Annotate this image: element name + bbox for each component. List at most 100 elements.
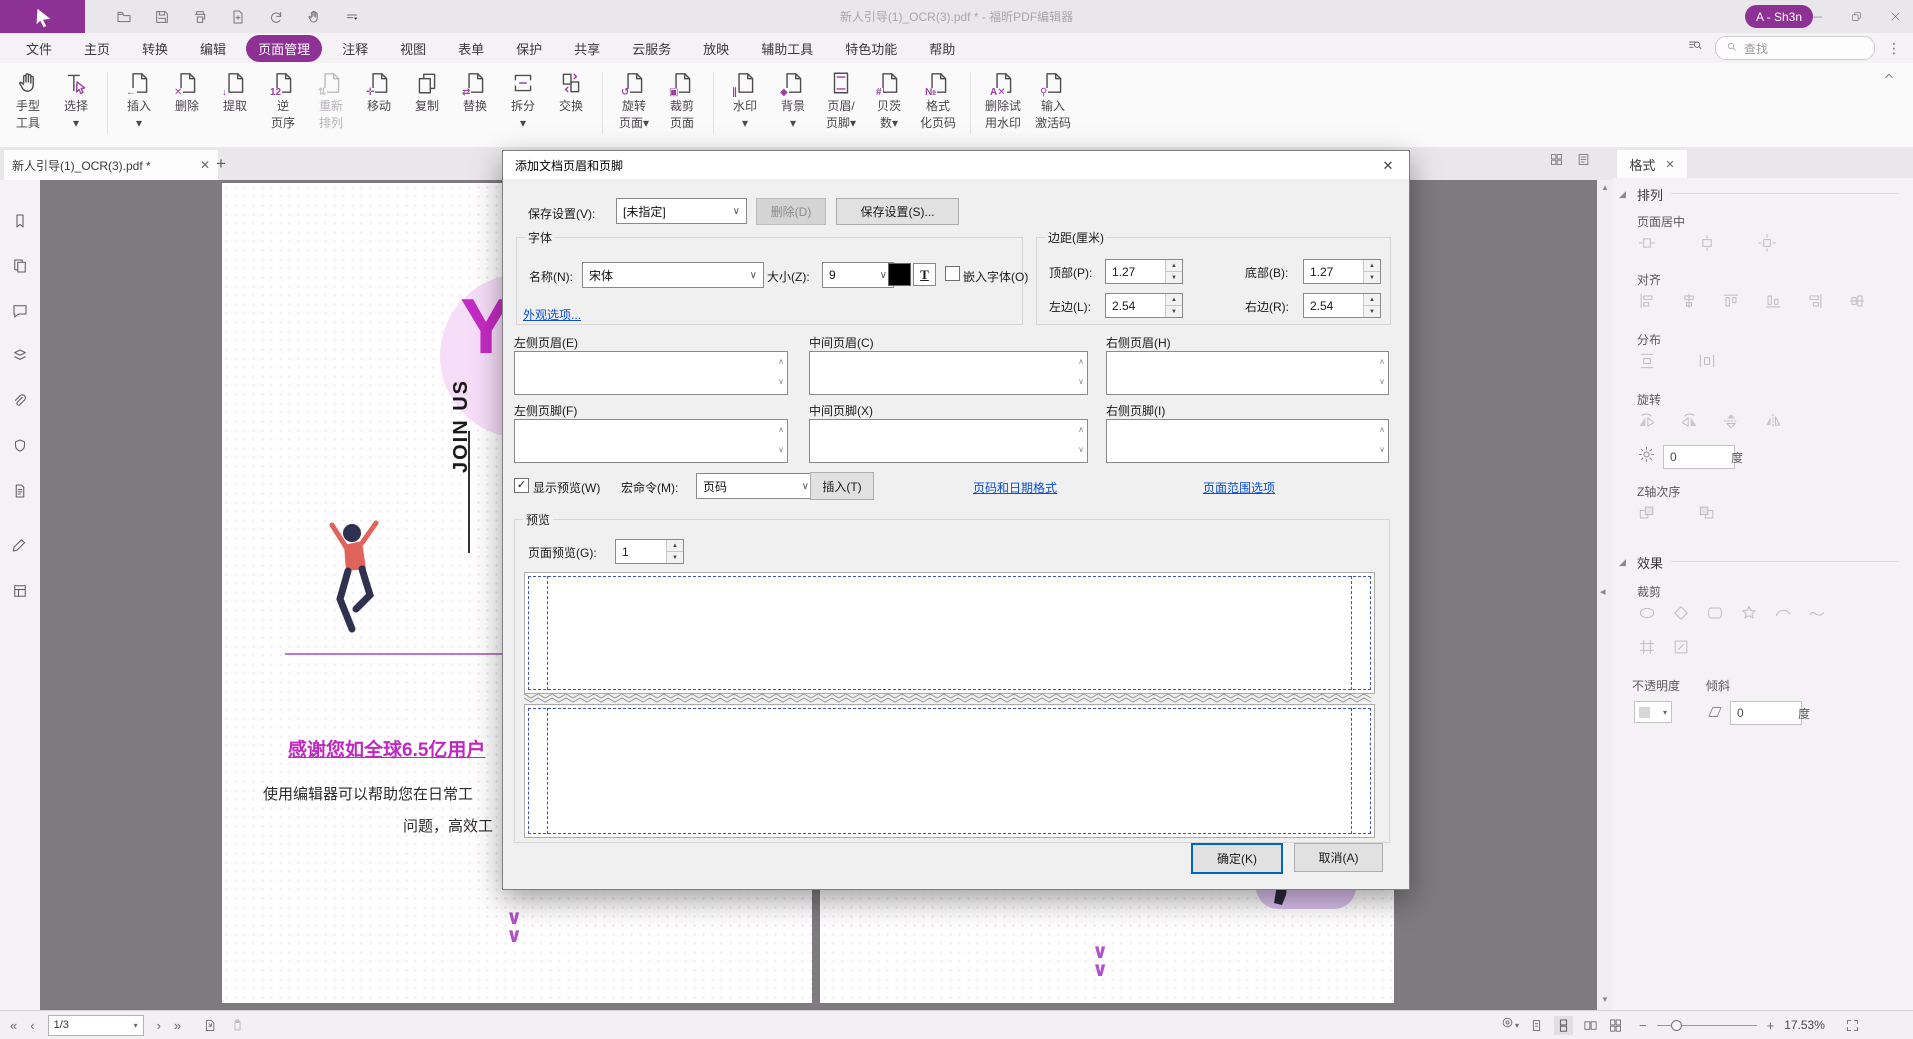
remove-trial-watermark-button[interactable]: A✕删除试用水印 (978, 63, 1028, 130)
enter-activation-code-button[interactable]: ⚲输入激活码 (1028, 63, 1078, 130)
font-size-select[interactable]: 9∨ (822, 262, 894, 288)
header-footer-button[interactable]: 页眉/页脚▾ (817, 63, 865, 130)
format-tab-close-icon[interactable]: ✕ (1665, 158, 1674, 171)
tab-close-icon[interactable]: ✕ (200, 158, 210, 172)
rotate-angle-input[interactable]: 0 (1663, 445, 1735, 469)
reverse-pages-button[interactable]: 12逆页序 (259, 63, 307, 130)
page-range-options-link[interactable]: 页面范围选项 (1203, 479, 1275, 496)
collapse-ribbon-icon[interactable] (1882, 69, 1896, 88)
rotate-cw-icon[interactable] (1679, 411, 1699, 431)
bates-number-button[interactable]: #贝茨数▾ (865, 63, 913, 130)
macro-select[interactable]: 页码∨ (696, 473, 816, 499)
menu-item-表单[interactable]: 表单 (446, 35, 496, 62)
dialog-close-icon[interactable]: ✕ (1375, 156, 1401, 175)
crop-pages-button[interactable]: ▣裁剪页面 (658, 63, 706, 130)
minimize-button[interactable] (1799, 0, 1835, 33)
page-number-box[interactable]: 1/3 ▾ (48, 1015, 144, 1036)
rotate-ccw-icon[interactable] (1637, 411, 1657, 431)
document-icon[interactable] (11, 482, 29, 505)
layers-icon[interactable] (11, 347, 29, 370)
close-button[interactable] (1877, 0, 1913, 33)
margin-top-spinner[interactable]: 1.27▲▼ (1105, 259, 1183, 284)
thumbnails-icon[interactable] (11, 257, 29, 280)
signature-icon[interactable] (11, 536, 29, 559)
comments-icon[interactable] (11, 302, 29, 325)
last-page-icon[interactable]: » (174, 1018, 181, 1033)
menu-item-辅助工具[interactable]: 辅助工具 (749, 35, 825, 62)
watermark-button[interactable]: ∥水印▾ (721, 63, 769, 130)
menu-item-视图[interactable]: 视图 (388, 35, 438, 62)
header-left-textarea[interactable]: ∧∨ (514, 351, 788, 395)
continuous-view-icon[interactable] (1554, 1016, 1573, 1035)
margin-left-spinner[interactable]: 2.54▲▼ (1105, 293, 1183, 318)
skew-icon[interactable] (1706, 703, 1724, 721)
extract-pages-button[interactable]: ↓提取 (211, 63, 259, 113)
menu-item-注释[interactable]: 注释 (330, 35, 380, 62)
attachments-icon[interactable] (11, 392, 29, 415)
format-tab[interactable]: 格式 ✕ (1617, 150, 1687, 178)
panel-grid-icon[interactable] (1549, 152, 1564, 172)
menu-item-保护[interactable]: 保护 (504, 35, 554, 62)
previous-page-icon[interactable]: ‹ (30, 1018, 34, 1033)
single-page-view-icon[interactable] (1529, 1018, 1544, 1033)
footer-right-textarea[interactable]: ∧∨ (1106, 419, 1389, 463)
flip-vertical-icon[interactable] (1721, 411, 1741, 431)
background-button[interactable]: ◆背景▾ (769, 63, 817, 130)
menu-item-编辑[interactable]: 编辑 (188, 35, 238, 62)
cancel-button[interactable]: 取消(A) (1294, 843, 1383, 872)
swap-pages-button[interactable]: 交换 (547, 63, 595, 113)
menu-item-云服务[interactable]: 云服务 (620, 35, 683, 62)
crop-diamond-icon[interactable] (1671, 603, 1691, 623)
insert-macro-button[interactable]: 插入(T) (810, 472, 874, 500)
move-pages-button[interactable]: ✛移动 (355, 63, 403, 113)
delete-settings-button[interactable]: 删除(D) (756, 198, 826, 225)
appearance-options-link[interactable]: 外观选项... (523, 306, 581, 323)
align-top-icon[interactable] (1721, 291, 1741, 311)
view-mode-icon[interactable]: ▾ (1500, 1015, 1519, 1035)
underline-button[interactable]: T (913, 263, 936, 286)
scroll-up-icon[interactable]: ▲ (1601, 183, 1609, 192)
search-input[interactable]: 查找 (1715, 36, 1875, 60)
copy-pages-button[interactable]: 复制 (403, 63, 451, 113)
footer-center-textarea[interactable]: ∧∨ (809, 419, 1088, 463)
menu-item-主页[interactable]: 主页 (72, 35, 122, 62)
save-settings-select[interactable]: [未指定]∨ (616, 198, 747, 224)
document-tab[interactable]: 新人引导(1)_OCR(3).pdf * ✕ (4, 150, 218, 180)
crop-ellipse-icon[interactable] (1637, 603, 1657, 623)
center-horizontal-icon[interactable] (1637, 233, 1657, 253)
page-preview-spinner[interactable]: 1▲▼ (615, 539, 684, 564)
margin-right-spinner[interactable]: 2.54▲▼ (1303, 293, 1381, 318)
align-right-icon[interactable] (1805, 291, 1825, 311)
clipboard-icon[interactable] (230, 1018, 245, 1033)
more-menu-icon[interactable]: ⋮ (1887, 40, 1901, 57)
bring-forward-icon[interactable] (1637, 503, 1657, 523)
center-both-icon[interactable] (1757, 233, 1777, 253)
fit-screen-icon[interactable] (1845, 1018, 1860, 1033)
menu-item-放映[interactable]: 放映 (691, 35, 741, 62)
align-center-horizontal-icon[interactable] (1679, 291, 1699, 311)
ok-button[interactable]: 确定(K) (1191, 843, 1283, 874)
redo-icon[interactable] (268, 9, 284, 25)
zoom-slider-knob[interactable] (1671, 1020, 1682, 1031)
next-page-icon[interactable]: › (157, 1018, 161, 1033)
open-icon[interactable] (116, 9, 132, 25)
margin-bottom-spinner[interactable]: 1.27▲▼ (1303, 259, 1381, 284)
print-icon[interactable] (192, 9, 208, 25)
document-scrollbar[interactable]: ▲ ▼ ◂ (1597, 180, 1613, 1010)
hand-tool-button[interactable]: 手型工具 (4, 63, 52, 130)
hand-small-icon[interactable] (306, 9, 322, 25)
opacity-dropdown[interactable]: ▾ (1634, 701, 1672, 723)
footer-left-textarea[interactable]: ∧∨ (514, 419, 788, 463)
facing-view-icon[interactable] (1583, 1018, 1598, 1033)
distribute-horizontal-icon[interactable] (1697, 351, 1717, 371)
bookmarks-icon[interactable] (11, 212, 29, 235)
split-document-button[interactable]: 拆分▾ (499, 63, 547, 130)
align-center-vertical-icon[interactable] (1847, 291, 1867, 311)
insert-pages-button[interactable]: ←插入▾ (115, 63, 163, 130)
zoom-slider[interactable] (1657, 1025, 1757, 1026)
section-caret-icon[interactable]: ◢ (1619, 557, 1626, 568)
crop-swoosh-icon[interactable] (1773, 603, 1793, 623)
crop-star-icon[interactable] (1739, 603, 1759, 623)
zoom-out-icon[interactable]: − (1639, 1018, 1647, 1033)
menu-item-特色功能[interactable]: 特色功能 (833, 35, 909, 62)
